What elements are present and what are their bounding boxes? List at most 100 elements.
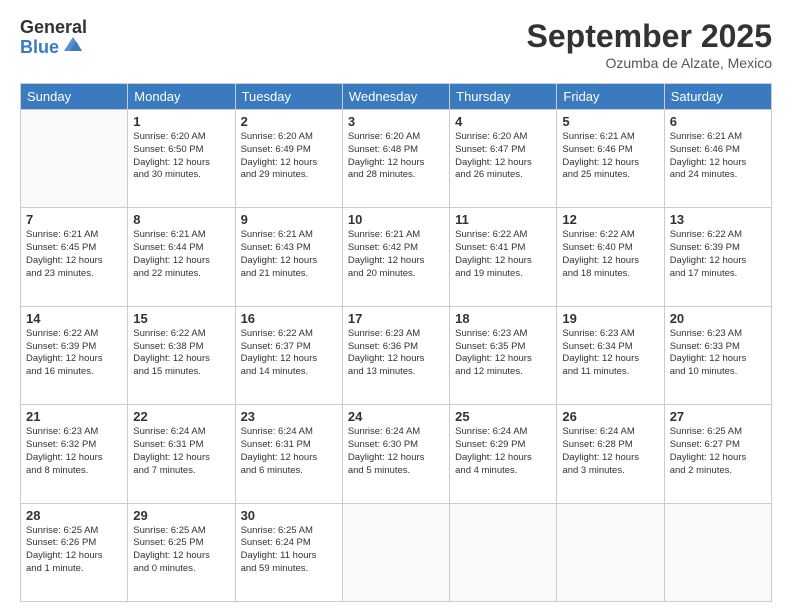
cell-info: Sunrise: 6:24 AM Sunset: 6:29 PM Dayligh…	[455, 426, 551, 477]
cell-info: Sunrise: 6:24 AM Sunset: 6:28 PM Dayligh…	[562, 426, 658, 477]
calendar-cell: 8Sunrise: 6:21 AM Sunset: 6:44 PM Daylig…	[128, 208, 235, 306]
day-number: 29	[133, 508, 229, 523]
calendar-cell: 22Sunrise: 6:24 AM Sunset: 6:31 PM Dayli…	[128, 405, 235, 503]
cell-info: Sunrise: 6:20 AM Sunset: 6:48 PM Dayligh…	[348, 131, 444, 182]
day-number: 17	[348, 311, 444, 326]
day-number: 8	[133, 212, 229, 227]
calendar-cell: 3 Sunrise: 6:20 AM Sunset: 6:48 PM Daylig…	[342, 110, 449, 208]
cell-info: Sunrise: 6:25 AM Sunset: 6:25 PM Dayligh…	[133, 525, 229, 576]
day-number: 14	[26, 311, 122, 326]
day-number: 5	[562, 114, 658, 129]
cell-info: Sunrise: 6:21 AM Sunset: 6:45 PM Dayligh…	[26, 229, 122, 280]
calendar-cell: 20 Sunrise: 6:23 AM Sunset: 6:33 PM Dayli…	[664, 306, 771, 404]
calendar-week-row: 7 Sunrise: 6:21 AM Sunset: 6:45 PM Daylig…	[21, 208, 772, 306]
calendar-cell: 16 Sunrise: 6:22 AM Sunset: 6:37 PM Dayli…	[235, 306, 342, 404]
cell-info: Sunrise: 6:20 AM Sunset: 6:49 PM Dayligh…	[241, 131, 337, 182]
calendar-cell	[21, 110, 128, 208]
day-number: 20	[670, 311, 766, 326]
title-location: Ozumba de Alzate, Mexico	[527, 55, 772, 71]
calendar-cell: 18 Sunrise: 6:23 AM Sunset: 6:35 PM Dayli…	[450, 306, 557, 404]
cell-info: Sunrise: 6:22 AM Sunset: 6:40 PM Dayligh…	[562, 229, 658, 280]
day-number: 16	[241, 311, 337, 326]
calendar-cell: 12 Sunrise: 6:22 AM Sunset: 6:40 PM Dayli…	[557, 208, 664, 306]
day-number: 27	[670, 409, 766, 424]
cell-info: Sunrise: 6:23 AM Sunset: 6:35 PM Dayligh…	[455, 328, 551, 379]
title-month: September 2025	[527, 18, 772, 55]
day-number: 23	[241, 409, 337, 424]
cell-info: Sunrise: 6:23 AM Sunset: 6:32 PM Dayligh…	[26, 426, 122, 477]
cell-info: Sunrise: 6:23 AM Sunset: 6:34 PM Dayligh…	[562, 328, 658, 379]
cell-info: Sunrise: 6:21 AM Sunset: 6:46 PM Dayligh…	[562, 131, 658, 182]
cell-info: Sunrise: 6:23 AM Sunset: 6:33 PM Dayligh…	[670, 328, 766, 379]
day-number: 25	[455, 409, 551, 424]
weekday-header-wednesday: Wednesday	[342, 84, 449, 110]
calendar-table: SundayMondayTuesdayWednesdayThursdayFrid…	[20, 83, 772, 602]
calendar-cell: 13Sunrise: 6:22 AM Sunset: 6:39 PM Dayli…	[664, 208, 771, 306]
day-number: 9	[241, 212, 337, 227]
calendar-cell: 2 Sunrise: 6:20 AM Sunset: 6:49 PM Daylig…	[235, 110, 342, 208]
day-number: 7	[26, 212, 122, 227]
calendar-cell: 15 Sunrise: 6:22 AM Sunset: 6:38 PM Dayli…	[128, 306, 235, 404]
weekday-header-monday: Monday	[128, 84, 235, 110]
cell-info: Sunrise: 6:24 AM Sunset: 6:30 PM Dayligh…	[348, 426, 444, 477]
weekday-header-friday: Friday	[557, 84, 664, 110]
calendar-cell	[557, 503, 664, 601]
cell-info: Sunrise: 6:22 AM Sunset: 6:41 PM Dayligh…	[455, 229, 551, 280]
day-number: 24	[348, 409, 444, 424]
day-number: 11	[455, 212, 551, 227]
calendar-cell: 10Sunrise: 6:21 AM Sunset: 6:42 PM Dayli…	[342, 208, 449, 306]
logo: General Blue	[20, 18, 87, 58]
day-number: 2	[241, 114, 337, 129]
calendar-week-row: 1 Sunrise: 6:20 AM Sunset: 6:50 PM Daylig…	[21, 110, 772, 208]
day-number: 26	[562, 409, 658, 424]
logo-text: General Blue	[20, 18, 87, 58]
cell-info: Sunrise: 6:20 AM Sunset: 6:47 PM Dayligh…	[455, 131, 551, 182]
cell-info: Sunrise: 6:24 AM Sunset: 6:31 PM Dayligh…	[241, 426, 337, 477]
calendar-cell: 27 Sunrise: 6:25 AM Sunset: 6:27 PM Dayli…	[664, 405, 771, 503]
cell-info: Sunrise: 6:21 AM Sunset: 6:43 PM Dayligh…	[241, 229, 337, 280]
day-number: 12	[562, 212, 658, 227]
day-number: 3	[348, 114, 444, 129]
calendar-cell: 5 Sunrise: 6:21 AM Sunset: 6:46 PM Daylig…	[557, 110, 664, 208]
weekday-header-tuesday: Tuesday	[235, 84, 342, 110]
day-number: 21	[26, 409, 122, 424]
calendar-cell: 23 Sunrise: 6:24 AM Sunset: 6:31 PM Dayli…	[235, 405, 342, 503]
cell-info: Sunrise: 6:22 AM Sunset: 6:39 PM Dayligh…	[670, 229, 766, 280]
calendar-cell: 1 Sunrise: 6:20 AM Sunset: 6:50 PM Daylig…	[128, 110, 235, 208]
cell-info: Sunrise: 6:25 AM Sunset: 6:27 PM Dayligh…	[670, 426, 766, 477]
cell-info: Sunrise: 6:25 AM Sunset: 6:24 PM Dayligh…	[241, 525, 337, 576]
calendar-cell: 19Sunrise: 6:23 AM Sunset: 6:34 PM Dayli…	[557, 306, 664, 404]
day-number: 15	[133, 311, 229, 326]
cell-info: Sunrise: 6:20 AM Sunset: 6:50 PM Dayligh…	[133, 131, 229, 182]
day-number: 4	[455, 114, 551, 129]
cell-info: Sunrise: 6:22 AM Sunset: 6:37 PM Dayligh…	[241, 328, 337, 379]
calendar-cell	[450, 503, 557, 601]
calendar-week-row: 28Sunrise: 6:25 AM Sunset: 6:26 PM Dayli…	[21, 503, 772, 601]
weekday-header-sunday: Sunday	[21, 84, 128, 110]
cell-info: Sunrise: 6:24 AM Sunset: 6:31 PM Dayligh…	[133, 426, 229, 477]
cell-info: Sunrise: 6:21 AM Sunset: 6:42 PM Dayligh…	[348, 229, 444, 280]
calendar-header-row: SundayMondayTuesdayWednesdayThursdayFrid…	[21, 84, 772, 110]
calendar-cell: 29 Sunrise: 6:25 AM Sunset: 6:25 PM Dayli…	[128, 503, 235, 601]
calendar-cell: 25 Sunrise: 6:24 AM Sunset: 6:29 PM Dayli…	[450, 405, 557, 503]
calendar-cell	[664, 503, 771, 601]
calendar-cell	[342, 503, 449, 601]
logo-blue: Blue	[20, 38, 59, 58]
calendar-cell: 17Sunrise: 6:23 AM Sunset: 6:36 PM Dayli…	[342, 306, 449, 404]
cell-info: Sunrise: 6:22 AM Sunset: 6:38 PM Dayligh…	[133, 328, 229, 379]
weekday-header-thursday: Thursday	[450, 84, 557, 110]
logo-icon	[62, 35, 84, 53]
calendar-cell: 4 Sunrise: 6:20 AM Sunset: 6:47 PM Daylig…	[450, 110, 557, 208]
cell-info: Sunrise: 6:25 AM Sunset: 6:26 PM Dayligh…	[26, 525, 122, 576]
calendar-cell: 7 Sunrise: 6:21 AM Sunset: 6:45 PM Daylig…	[21, 208, 128, 306]
cell-info: Sunrise: 6:22 AM Sunset: 6:39 PM Dayligh…	[26, 328, 122, 379]
day-number: 1	[133, 114, 229, 129]
calendar-cell: 24 Sunrise: 6:24 AM Sunset: 6:30 PM Dayli…	[342, 405, 449, 503]
day-number: 6	[670, 114, 766, 129]
weekday-header-saturday: Saturday	[664, 84, 771, 110]
day-number: 18	[455, 311, 551, 326]
cell-info: Sunrise: 6:21 AM Sunset: 6:46 PM Dayligh…	[670, 131, 766, 182]
calendar-cell: 28Sunrise: 6:25 AM Sunset: 6:26 PM Dayli…	[21, 503, 128, 601]
calendar-cell: 21 Sunrise: 6:23 AM Sunset: 6:32 PM Dayli…	[21, 405, 128, 503]
calendar-cell: 6 Sunrise: 6:21 AM Sunset: 6:46 PM Daylig…	[664, 110, 771, 208]
